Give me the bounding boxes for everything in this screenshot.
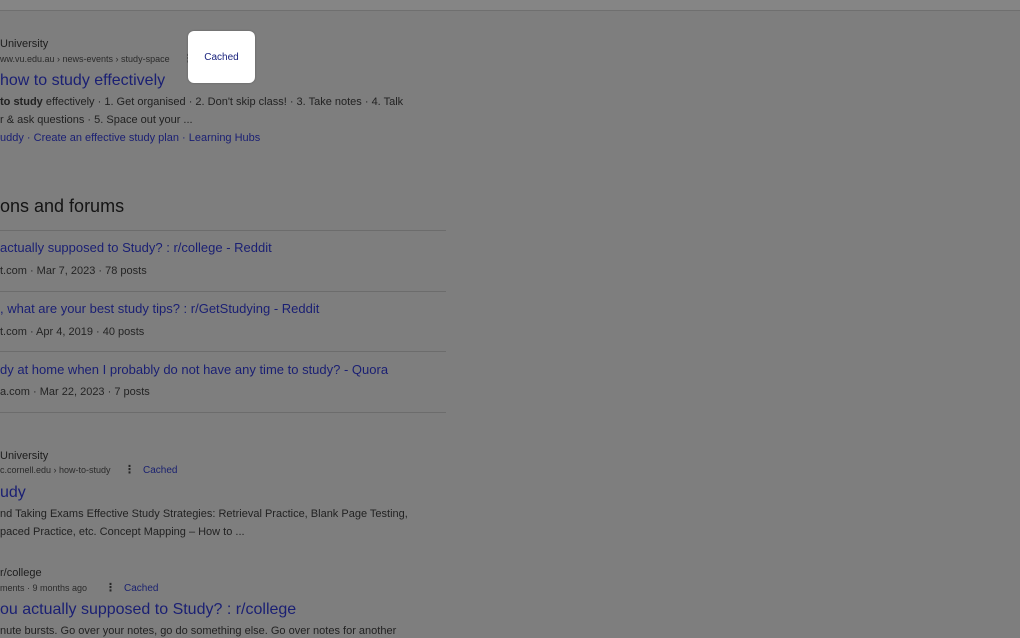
result-2-site-name: University xyxy=(0,450,49,462)
divider xyxy=(0,230,446,231)
result-1-breadcrumb: ww.vu.edu.au › news-events › study-space xyxy=(0,54,170,64)
discussion-item-1-title[interactable]: actually supposed to Study? : r/college … xyxy=(0,240,272,255)
result-1-site-name: University xyxy=(0,38,49,50)
result-3-breadcrumb: ments · 9 months ago xyxy=(0,583,88,593)
more-vert-icon[interactable]: ⋮ xyxy=(124,463,135,476)
result-3-site-name: r/college xyxy=(0,567,42,579)
result-3-cached-link[interactable]: Cached xyxy=(124,583,158,594)
result-1-sitelinks[interactable]: uddy · Create an effective study plan · … xyxy=(0,132,260,144)
divider xyxy=(0,351,446,352)
divider xyxy=(0,412,446,413)
result-2-snippet: nd Taking Exams Effective Study Strategi… xyxy=(0,508,408,520)
result-3-snippet: nute bursts. Go over your notes, go do s… xyxy=(0,625,397,637)
result-2-breadcrumb: c.cornell.edu › how-to-study xyxy=(0,465,111,475)
discussion-item-3-meta: a.com · Mar 22, 2023 · 7 posts xyxy=(0,386,150,398)
result-2-snippet-line2: paced Practice, etc. Concept Mapping – H… xyxy=(0,526,245,538)
discussion-item-2-meta: t.com · Apr 4, 2019 · 40 posts xyxy=(0,326,145,338)
divider xyxy=(0,291,446,292)
result-2-title[interactable]: udy xyxy=(0,484,26,502)
snippet-text: effectively · 1. Get organised · 2. Don'… xyxy=(42,96,404,108)
discussions-heading: ons and forums xyxy=(0,196,125,216)
cached-popup-label: Cached xyxy=(204,51,239,63)
browser-top-bar xyxy=(0,0,1020,11)
discussion-item-3-title[interactable]: dy at home when I probably do not have a… xyxy=(0,362,388,377)
discussion-item-2-title[interactable]: , what are your best study tips? : r/Get… xyxy=(0,301,319,316)
result-3-title[interactable]: ou actually supposed to Study? : r/colle… xyxy=(0,601,296,619)
discussion-item-1-meta: t.com · Mar 7, 2023 · 78 posts xyxy=(0,265,147,277)
result-1-snippet: to study effectively · 1. Get organised … xyxy=(0,96,403,108)
cached-popup-button[interactable]: Cached xyxy=(188,31,255,83)
more-vert-icon[interactable]: ⋮ xyxy=(105,581,116,594)
result-1-title[interactable]: how to study effectively xyxy=(0,72,165,90)
result-1-snippet-line2: r & ask questions · 5. Space out your ..… xyxy=(0,114,193,126)
result-2-cached-link[interactable]: Cached xyxy=(143,465,177,476)
snippet-bold-text: to study xyxy=(0,96,43,108)
